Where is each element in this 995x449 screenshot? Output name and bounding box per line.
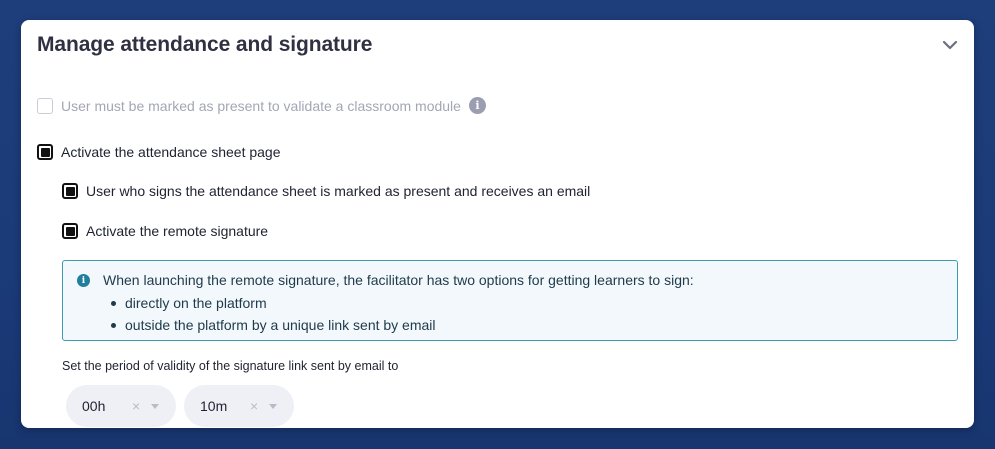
info-icon: i [77, 274, 90, 287]
remote-signature-info-callout: i When launching the remote signature, t… [62, 260, 958, 341]
list-item: directly on the platform [111, 292, 436, 314]
remote-signature-label: Activate the remote signature [86, 223, 269, 239]
callout-list: directly on the platform outside the pla… [111, 292, 436, 336]
signs-marked-present-label: User who signs the attendance sheet is m… [86, 183, 591, 199]
validity-period-label: Set the period of validity of the signat… [62, 359, 399, 373]
signs-marked-present-option[interactable]: User who signs the attendance sheet is m… [62, 183, 590, 199]
attendance-sheet-label: Activate the attendance sheet page [61, 144, 281, 160]
clear-minutes-icon[interactable]: × [250, 398, 258, 414]
list-item: outside the platform by a unique link se… [111, 314, 436, 336]
info-icon[interactable]: i [468, 97, 486, 114]
panel-title: Manage attendance and signature [37, 33, 373, 56]
chevron-down-icon[interactable] [942, 39, 958, 51]
must-be-present-option: User must be marked as present to valida… [37, 97, 486, 114]
attendance-sheet-checkbox[interactable] [37, 144, 53, 160]
attendance-sheet-option[interactable]: Activate the attendance sheet page [37, 144, 281, 160]
minutes-select[interactable]: 10m × [184, 385, 294, 427]
hours-select[interactable]: 00h × [66, 385, 176, 427]
minutes-value: 10m [200, 398, 228, 414]
must-be-present-label: User must be marked as present to valida… [61, 97, 461, 114]
callout-text: When launching the remote signature, the… [103, 272, 694, 288]
caret-down-icon[interactable] [151, 404, 159, 409]
remote-signature-option[interactable]: Activate the remote signature [62, 223, 268, 239]
must-be-present-checkbox [37, 97, 53, 114]
attendance-signature-panel: Manage attendance and signature User mus… [21, 20, 974, 428]
caret-down-icon[interactable] [269, 404, 277, 409]
clear-hours-icon[interactable]: × [132, 398, 140, 414]
hours-value: 00h [82, 398, 106, 414]
signs-marked-present-checkbox[interactable] [62, 183, 78, 199]
remote-signature-checkbox[interactable] [62, 223, 78, 239]
